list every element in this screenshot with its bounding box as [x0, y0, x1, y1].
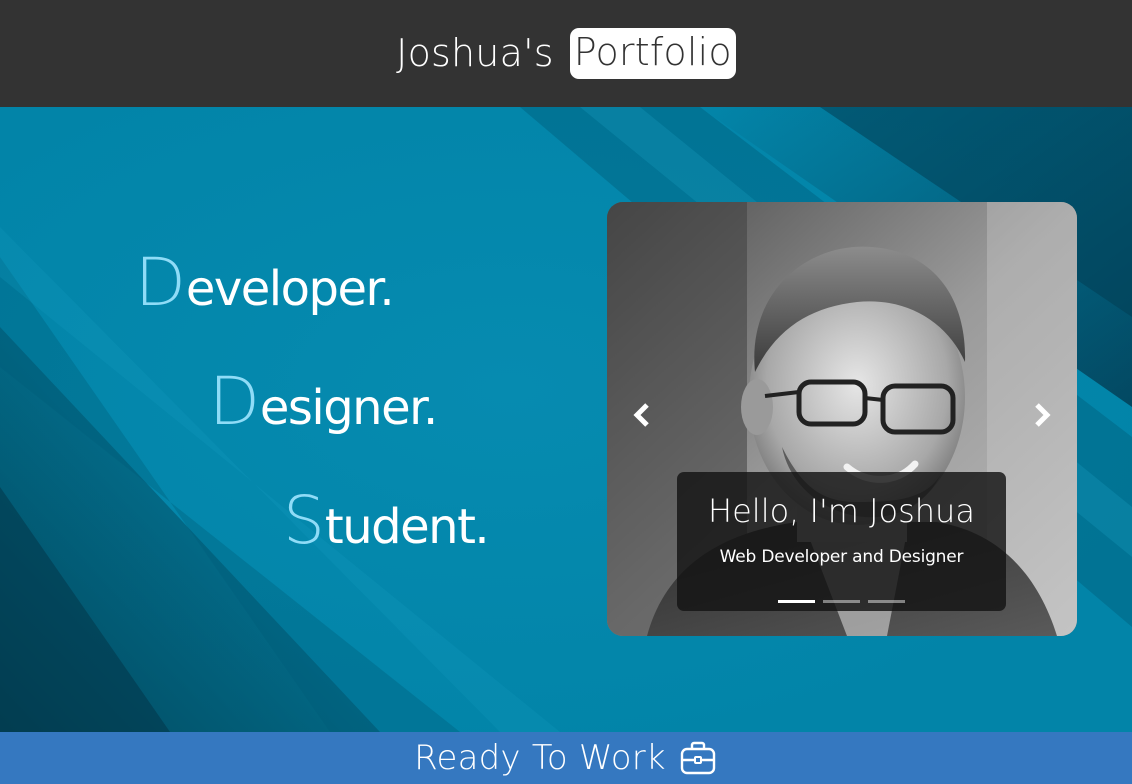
carousel-indicator-3[interactable] [868, 600, 905, 603]
role-word-designer: Designer. [209, 369, 438, 436]
site-header: Joshua's Portfolio [0, 0, 1132, 107]
ready-to-work-button[interactable]: Ready To Work [0, 732, 1132, 784]
profile-carousel[interactable]: Hello, I'm Joshua Web Developer and Desi… [607, 202, 1077, 636]
caption-subtitle: Web Developer and Designer [719, 547, 964, 567]
role-words: Developer. Designer. Student. [0, 107, 600, 732]
role-word-initial: S [283, 482, 325, 559]
role-word-developer: Developer. [135, 250, 395, 317]
brand[interactable]: Joshua's Portfolio [0, 0, 1132, 107]
cta-label: Ready To Work [414, 738, 666, 778]
carousel-next-button[interactable] [1026, 400, 1056, 430]
role-word-rest: eveloper. [185, 261, 395, 317]
carousel-indicator-2[interactable] [823, 600, 860, 603]
brand-badge: Portfolio [569, 28, 736, 79]
hero-section: Developer. Designer. Student. Hello, I'm… [0, 107, 1132, 732]
carousel-indicator-1[interactable] [778, 600, 815, 603]
role-word-student: Student. [283, 488, 490, 555]
brand-name: Joshua's [396, 30, 554, 75]
role-word-rest: tudent. [324, 499, 490, 555]
role-word-initial: D [135, 244, 186, 321]
carousel-indicators [777, 600, 907, 604]
chevron-left-icon [633, 403, 649, 427]
carousel-prev-button[interactable] [628, 400, 658, 430]
carousel-caption: Hello, I'm Joshua Web Developer and Desi… [677, 472, 1006, 611]
role-word-rest: esigner. [259, 380, 438, 436]
briefcase-icon [680, 741, 716, 775]
chevron-right-icon [1035, 403, 1051, 427]
role-word-initial: D [209, 363, 260, 440]
caption-title: Hello, I'm Joshua [708, 492, 975, 530]
